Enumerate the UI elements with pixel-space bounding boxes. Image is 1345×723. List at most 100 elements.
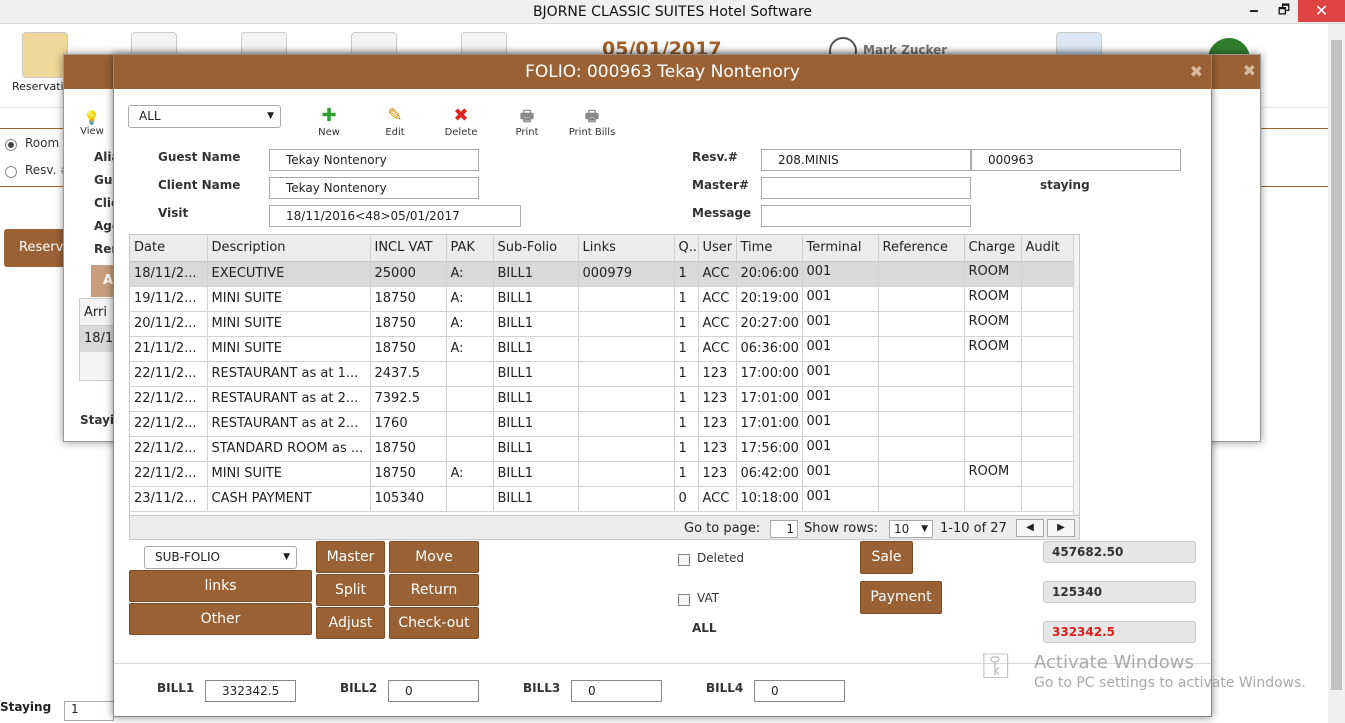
subfolio-select[interactable]: SUB-FOLIO ▼ xyxy=(144,546,297,569)
new-button[interactable]: ✚ New xyxy=(299,105,359,138)
client-name-field[interactable]: Tekay Nontenory xyxy=(269,177,479,199)
checkout-button[interactable]: Check-out xyxy=(389,607,479,639)
staying-field[interactable]: 1 xyxy=(64,701,114,721)
table-cell: 001 xyxy=(802,336,879,362)
status-text: staying xyxy=(1040,178,1090,192)
page-range: 1-10 of 27 xyxy=(940,521,1007,536)
table-cell: ACC xyxy=(698,286,737,312)
reserve-button[interactable]: Reserva xyxy=(4,229,68,267)
print-bills-button[interactable]: 🖶 Print Bills xyxy=(562,105,622,138)
guest-name-field[interactable]: Tekay Nontenory xyxy=(269,149,479,171)
col-qty[interactable]: Q... xyxy=(674,235,699,262)
resv-radio[interactable] xyxy=(5,166,17,178)
move-button[interactable]: Move xyxy=(389,541,479,573)
table-cell: RESTAURANT as at 1... xyxy=(207,361,371,387)
table-cell: 001 xyxy=(802,386,879,412)
bill3-field[interactable]: 0 xyxy=(571,680,662,702)
master-field[interactable] xyxy=(761,177,971,199)
filter-select[interactable]: ALL ▼ xyxy=(128,105,281,128)
other-button[interactable]: Other xyxy=(129,603,312,635)
bill2-field[interactable]: 0 xyxy=(388,680,479,702)
page-input[interactable]: 1 xyxy=(770,520,798,538)
table-row[interactable]: 18/11/2... EXECUTIVE 25000 A: BILL1 000979 1 AC… xyxy=(130,261,1074,287)
reservation-icon[interactable] xyxy=(22,32,68,78)
links-button[interactable]: links xyxy=(129,570,312,602)
table-row[interactable]: 22/11/2... STANDARD ROOM as ... 18750 BILL1… xyxy=(130,436,1074,462)
sale-button[interactable]: Sale xyxy=(860,541,913,574)
table-cell: 18/11/2... xyxy=(130,261,208,287)
col-links[interactable]: Links xyxy=(578,235,675,262)
all-label: ALL xyxy=(692,621,717,635)
table-cell xyxy=(878,336,965,362)
col-charge[interactable]: Charge xyxy=(964,235,1022,262)
col-date[interactable]: Date xyxy=(130,235,208,262)
room-radio-label: Room xyxy=(25,136,60,150)
adjust-button[interactable]: Adjust xyxy=(316,607,385,639)
table-cell: EXECUTIVE xyxy=(207,261,371,287)
table-row[interactable]: 23/11/2... CASH PAYMENT 105340 BILL1 0 ACC 10:… xyxy=(130,486,1074,512)
edit-button[interactable]: ✎ Edit xyxy=(365,105,425,138)
bill4-field[interactable]: 0 xyxy=(754,680,845,702)
resv-field[interactable]: 208.MINIS xyxy=(761,149,971,171)
col-reference[interactable]: Reference xyxy=(878,235,965,262)
split-button[interactable]: Split xyxy=(316,574,385,606)
col-terminal[interactable]: Terminal xyxy=(802,235,879,262)
next-page-icon[interactable]: ▶ xyxy=(1047,519,1075,537)
deleted-checkbox[interactable] xyxy=(678,554,690,566)
room-radio[interactable] xyxy=(5,139,17,151)
table-cell: 22/11/2... xyxy=(130,461,208,487)
resv-folio-field[interactable]: 000963 xyxy=(971,149,1181,171)
close-window-icon[interactable]: ✕ xyxy=(1298,0,1345,22)
table-cell: A: xyxy=(446,311,494,337)
col-subfolio[interactable]: Sub-Folio xyxy=(493,235,579,262)
col-incl-vat[interactable]: INCL VAT xyxy=(370,235,447,262)
table-cell: 23/11/2... xyxy=(130,486,208,512)
scrollbar-thumb[interactable] xyxy=(1331,40,1342,690)
col-user[interactable]: User xyxy=(698,235,737,262)
table-cell: 2437.5 xyxy=(370,361,447,387)
table-row[interactable]: 22/11/2... RESTAURANT as at 1... 2437.5 BIL… xyxy=(130,361,1074,387)
table-cell xyxy=(1021,311,1074,337)
master-button[interactable]: Master xyxy=(316,541,385,573)
col-time[interactable]: Time xyxy=(736,235,803,262)
table-row[interactable]: 22/11/2... RESTAURANT as at 2... 1760 BILL1… xyxy=(130,411,1074,437)
return-button[interactable]: Return xyxy=(389,574,479,606)
table-cell: 19/11/2... xyxy=(130,286,208,312)
vat-checkbox[interactable] xyxy=(678,594,690,606)
table-cell: 001 xyxy=(802,411,879,437)
table-cell xyxy=(878,286,965,312)
print-label: Print xyxy=(515,127,539,138)
rows-select[interactable]: 10 ▼ xyxy=(889,520,933,538)
col-audit[interactable]: Audit xyxy=(1021,235,1074,262)
prev-page-icon[interactable]: ◀ xyxy=(1016,519,1044,537)
bill1-field[interactable]: 332342.5 xyxy=(205,680,296,702)
dialog-close-icon[interactable]: ✖ xyxy=(1190,55,1203,89)
print-button[interactable]: 🖶 Print xyxy=(497,105,557,138)
table-cell: 000979 xyxy=(578,261,675,287)
table-cell xyxy=(878,486,965,512)
table-row[interactable]: 22/11/2... RESTAURANT as at 2... 7392.5 BIL… xyxy=(130,386,1074,412)
bill3-label: BILL3 xyxy=(523,681,561,695)
total-sale-field: 457682.50 xyxy=(1043,541,1196,563)
table-cell: 1 xyxy=(674,286,699,312)
minimize-icon[interactable]: 🗕 xyxy=(1240,0,1268,22)
table-row[interactable]: 22/11/2... MINI SUITE 18750 A: BILL1 1 123 06:4… xyxy=(130,461,1074,487)
table-cell xyxy=(878,461,965,487)
table-cell: ACC xyxy=(698,336,737,362)
view-button[interactable]: 💡 View xyxy=(77,111,107,137)
outer-close-icon[interactable]: ✖ xyxy=(1243,61,1256,80)
message-field[interactable] xyxy=(761,205,971,227)
table-cell: 25000 xyxy=(370,261,447,287)
table-row[interactable]: 19/11/2... MINI SUITE 18750 A: BILL1 1 ACC 20:1… xyxy=(130,286,1074,312)
balance-field: 332342.5 xyxy=(1043,621,1196,643)
visit-field[interactable]: 18/11/2016<48>05/01/2017 xyxy=(269,205,521,227)
payment-button[interactable]: Payment xyxy=(860,581,942,614)
table-cell xyxy=(878,311,965,337)
delete-button[interactable]: ✖ Delete xyxy=(431,105,491,138)
col-pak[interactable]: PAK xyxy=(446,235,494,262)
maximize-icon[interactable]: 🗗 xyxy=(1270,0,1298,22)
table-row[interactable]: 20/11/2... MINI SUITE 18750 A: BILL1 1 ACC 20:2… xyxy=(130,311,1074,337)
col-description[interactable]: Description xyxy=(207,235,371,262)
table-row[interactable]: 21/11/2... MINI SUITE 18750 A: BILL1 1 ACC 06:3… xyxy=(130,336,1074,362)
table-cell: 0 xyxy=(674,486,699,512)
